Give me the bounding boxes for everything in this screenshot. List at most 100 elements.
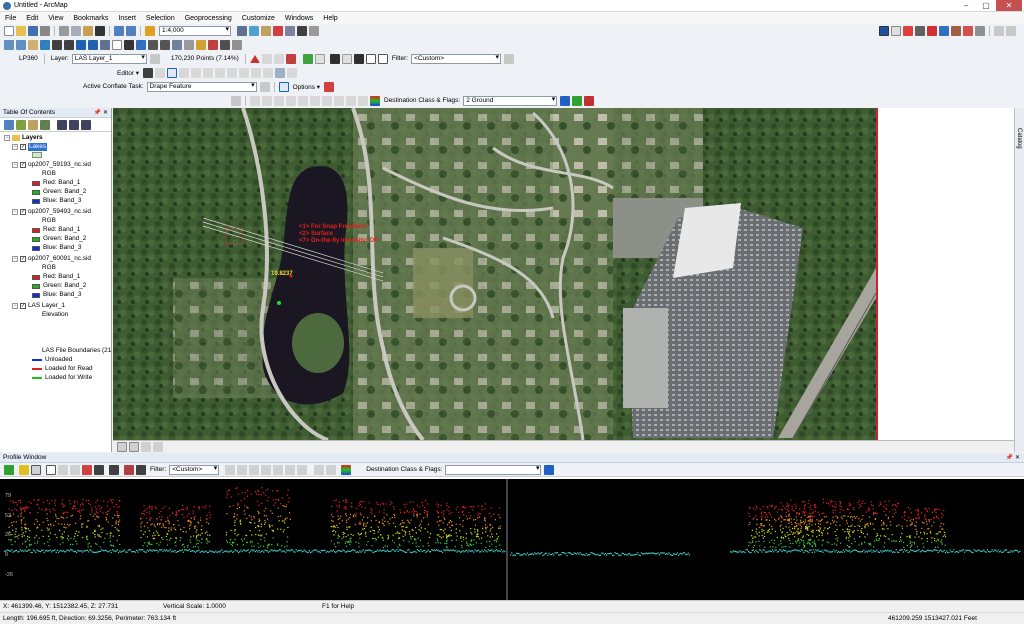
rotate-icon[interactable]	[215, 67, 226, 78]
profile-class-color-icon[interactable]	[341, 464, 352, 475]
select-elements-icon[interactable]	[124, 39, 134, 50]
classify-tool-icon[interactable]	[310, 95, 320, 106]
collapse-icon[interactable]: −	[12, 303, 18, 309]
lakes-checkbox[interactable]: ✓	[20, 144, 26, 150]
refresh-icon[interactable]	[141, 441, 151, 452]
data-view-icon[interactable]	[117, 441, 127, 452]
profile-grid-icon[interactable]	[31, 464, 41, 475]
editor-menu[interactable]: Editor ▾	[117, 69, 139, 77]
pan-icon[interactable]	[28, 39, 38, 50]
profile-color-mode-icon[interactable]	[109, 464, 119, 475]
fixed-zoom-out-icon[interactable]	[64, 39, 74, 50]
profile-tool-icon[interactable]	[70, 464, 80, 475]
classify-tool-icon[interactable]	[322, 95, 332, 106]
maximize-icon[interactable]: ▢	[976, 0, 996, 11]
profile-redo-icon[interactable]	[326, 464, 337, 475]
pin-icon[interactable]: 📌 ✕	[94, 108, 108, 118]
layer-raster-60091[interactable]: − ✓ op2007_60091_nc.sid	[12, 255, 91, 263]
reshape-icon[interactable]	[239, 67, 250, 78]
profile-classify-icon[interactable]	[225, 464, 236, 475]
profile-classify-icon[interactable]	[297, 464, 308, 475]
menu-windows[interactable]: Windows	[280, 15, 318, 22]
raster-59193-checkbox[interactable]: ✓	[20, 162, 26, 168]
list-by-selection-icon[interactable]	[40, 119, 50, 130]
menu-view[interactable]: View	[43, 15, 68, 22]
list-by-visibility-icon[interactable]	[28, 119, 38, 130]
add-data-icon[interactable]	[145, 25, 155, 36]
lp360-tool-icon[interactable]	[951, 25, 961, 36]
active-task-combo[interactable]: Drape Feature	[146, 81, 257, 92]
pencil-icon[interactable]	[231, 95, 241, 106]
model-builder-icon[interactable]	[309, 25, 319, 36]
undo-icon[interactable]	[114, 25, 124, 36]
cut-polygons-icon[interactable]	[251, 67, 262, 78]
profile-classify-icon[interactable]	[285, 464, 296, 475]
sketch-properties-icon[interactable]	[275, 67, 286, 78]
catalog-side-tab[interactable]: Catalog	[1014, 108, 1024, 452]
redo-icon[interactable]	[126, 25, 136, 36]
time-slider-icon[interactable]	[220, 39, 230, 50]
close-icon[interactable]: ✕	[996, 0, 1022, 11]
grid-icon[interactable]	[365, 53, 376, 64]
class-settings-icon[interactable]	[572, 95, 583, 106]
collapse-icon[interactable]: −	[12, 144, 18, 150]
profile-pan-icon[interactable]	[58, 464, 68, 475]
profile-classify-icon[interactable]	[261, 464, 272, 475]
class-settings-icon[interactable]	[584, 95, 595, 106]
collapse-icon[interactable]: −	[12, 162, 18, 168]
layer-raster-59193[interactable]: − ✓ op2007_59193_nc.sid	[12, 161, 91, 169]
profile-color-icon[interactable]	[19, 464, 29, 475]
split-icon[interactable]	[203, 67, 214, 78]
profile-tool-icon[interactable]	[136, 464, 146, 475]
list-by-drawing-order-icon[interactable]	[4, 119, 14, 130]
lp360-tool-icon[interactable]	[927, 25, 937, 36]
fixed-zoom-in-icon[interactable]	[52, 39, 62, 50]
go-to-xy-icon[interactable]	[172, 39, 182, 50]
endpoint-arc-icon[interactable]	[179, 67, 190, 78]
menu-file[interactable]: File	[0, 15, 21, 22]
profile-dest-combo[interactable]	[445, 464, 542, 475]
layer-lakes[interactable]: − ✓ Lakes	[12, 143, 48, 151]
lp360-tool-icon[interactable]	[939, 25, 949, 36]
profile-undo-icon[interactable]	[314, 464, 325, 475]
layer-las[interactable]: − ✓ LAS Layer_1	[12, 302, 65, 310]
collapse-icon[interactable]: −	[12, 209, 18, 215]
new-document-icon[interactable]	[4, 25, 14, 36]
class-color-icon[interactable]	[370, 95, 380, 106]
grid-icon[interactable]	[377, 53, 388, 64]
python-window-icon[interactable]	[297, 25, 307, 36]
classify-icon[interactable]	[353, 53, 364, 64]
zoom-out-icon[interactable]	[16, 39, 26, 50]
straight-segment-icon[interactable]	[167, 67, 178, 78]
cut-icon[interactable]	[59, 25, 69, 36]
go-forward-icon[interactable]	[88, 39, 98, 50]
classify-tool-icon[interactable]	[298, 95, 308, 106]
squiggle-icon[interactable]	[324, 81, 335, 92]
menu-edit[interactable]: Edit	[21, 15, 43, 22]
display-mode-icon[interactable]	[302, 53, 313, 64]
profile-tool-icon[interactable]	[94, 464, 104, 475]
profile-canvas[interactable]: 79 52 26 0 -26	[0, 479, 1024, 600]
toc-options-icon[interactable]	[57, 119, 67, 130]
profile-tool-icon[interactable]	[82, 464, 92, 475]
profile-classify-icon[interactable]	[273, 464, 284, 475]
filter-tool-icon[interactable]	[273, 53, 284, 64]
edit-annotation-icon[interactable]	[155, 67, 166, 78]
layout-view-icon[interactable]	[129, 441, 139, 452]
lp360-tool-icon[interactable]	[915, 25, 925, 36]
zoom-in-icon[interactable]	[4, 39, 14, 50]
toc-options-icon[interactable]	[69, 119, 79, 130]
profile-filter-combo[interactable]: <Custom>	[169, 464, 220, 475]
pin-icon[interactable]: 📌 ✕	[1006, 453, 1020, 463]
profile-flag-icon[interactable]	[544, 464, 555, 475]
profile-classify-icon[interactable]	[237, 464, 248, 475]
menu-help[interactable]: Help	[318, 15, 342, 22]
select-features-icon[interactable]	[100, 39, 110, 50]
search-window-icon[interactable]	[273, 25, 283, 36]
map-blank-area[interactable]	[876, 108, 1014, 440]
find-icon[interactable]	[148, 39, 158, 50]
go-back-icon[interactable]	[76, 39, 86, 50]
lp360-tool-icon[interactable]	[994, 25, 1004, 36]
html-popup-icon[interactable]	[208, 39, 218, 50]
classify-tool-icon[interactable]	[274, 95, 284, 106]
